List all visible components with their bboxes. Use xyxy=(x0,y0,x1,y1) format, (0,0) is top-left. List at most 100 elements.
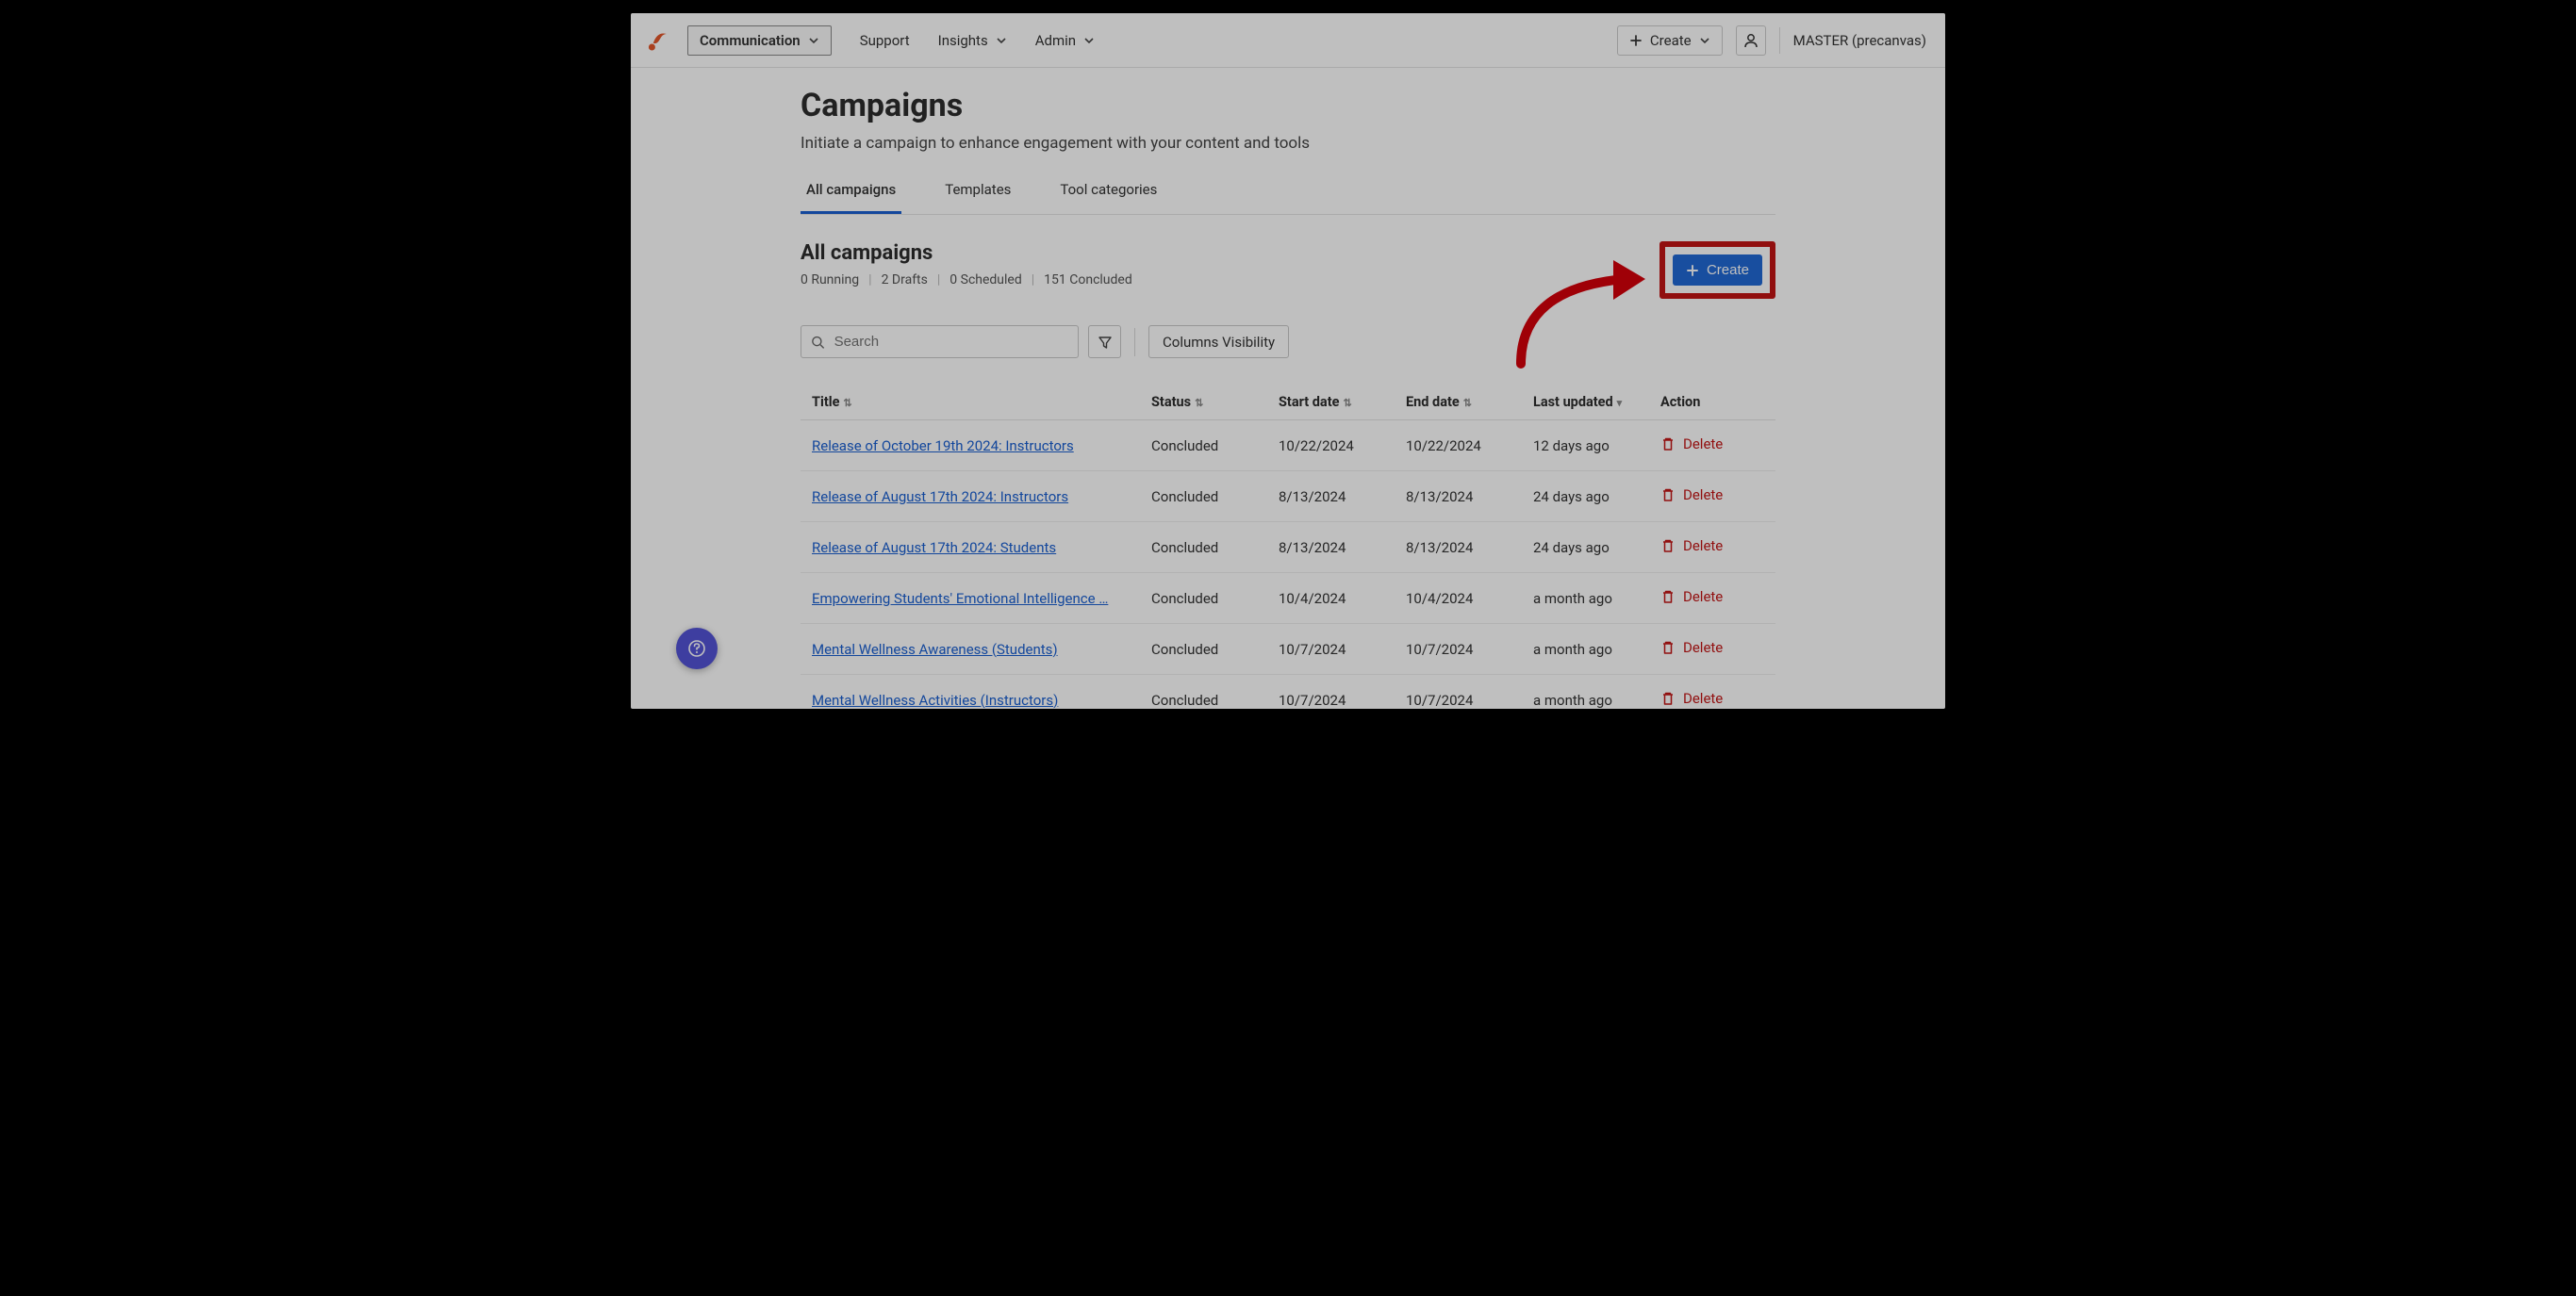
cell-updated: 24 days ago xyxy=(1522,471,1649,522)
cell-end: 10/7/2024 xyxy=(1395,624,1522,675)
col-start[interactable]: Start date⇅ xyxy=(1267,385,1395,420)
page-subtitle: Initiate a campaign to enhance engagemen… xyxy=(801,134,1775,153)
cell-status: Concluded xyxy=(1140,522,1267,573)
sort-icon: ⇅ xyxy=(1195,397,1203,409)
cell-end: 8/13/2024 xyxy=(1395,522,1522,573)
cell-updated: 24 days ago xyxy=(1522,522,1649,573)
plus-icon xyxy=(1629,34,1643,47)
sort-icon: ⇅ xyxy=(843,397,851,409)
campaign-title-link[interactable]: Mental Wellness Awareness (Students) xyxy=(812,641,1058,658)
table-header-row: Title⇅ Status⇅ Start date⇅ End date⇅ Las… xyxy=(801,385,1775,420)
cell-start: 10/7/2024 xyxy=(1267,624,1395,675)
delete-button[interactable]: Delete xyxy=(1660,690,1723,707)
create-button[interactable]: Create xyxy=(1673,254,1762,286)
nav-communication-label: Communication xyxy=(700,32,801,49)
separator: | xyxy=(1032,272,1034,287)
nav-admin-dropdown[interactable]: Admin xyxy=(1035,32,1095,49)
cell-updated: 12 days ago xyxy=(1522,420,1649,471)
toolbar: Columns Visibility xyxy=(801,325,1775,358)
sort-icon: ▾ xyxy=(1617,397,1623,409)
nav-admin-label: Admin xyxy=(1035,32,1076,49)
tab-templates[interactable]: Templates xyxy=(939,181,1016,214)
campaign-title-link[interactable]: Release of August 17th 2024: Instructors xyxy=(812,488,1068,505)
content: Campaigns Initiate a campaign to enhance… xyxy=(631,68,1945,709)
cell-end: 10/22/2024 xyxy=(1395,420,1522,471)
delete-label: Delete xyxy=(1683,588,1723,605)
sort-icon: ⇅ xyxy=(1343,397,1351,409)
nav-support-label: Support xyxy=(860,32,910,49)
divider xyxy=(1134,328,1135,356)
columns-visibility-label: Columns Visibility xyxy=(1163,334,1275,351)
filter-button[interactable] xyxy=(1088,325,1121,358)
cell-start: 10/4/2024 xyxy=(1267,573,1395,624)
tab-all-campaigns[interactable]: All campaigns xyxy=(801,181,901,214)
cell-start: 10/7/2024 xyxy=(1267,675,1395,710)
delete-button[interactable]: Delete xyxy=(1660,537,1723,554)
create-button-label: Create xyxy=(1707,262,1749,278)
col-end[interactable]: End date⇅ xyxy=(1395,385,1522,420)
trash-icon xyxy=(1660,589,1676,604)
create-button-highlight: Create xyxy=(1660,241,1775,299)
separator: | xyxy=(868,272,871,287)
delete-button[interactable]: Delete xyxy=(1660,588,1723,605)
top-create-label: Create xyxy=(1650,32,1692,49)
content-inner: Campaigns Initiate a campaign to enhance… xyxy=(801,87,1775,709)
columns-visibility-button[interactable]: Columns Visibility xyxy=(1148,325,1289,358)
stat-concluded: 151 Concluded xyxy=(1044,272,1132,287)
section-title: All campaigns xyxy=(801,241,1660,265)
campaign-title-link[interactable]: Empowering Students' Emotional Intellige… xyxy=(812,590,1108,607)
chevron-down-icon xyxy=(996,35,1007,46)
cell-start: 8/13/2024 xyxy=(1267,471,1395,522)
campaign-title-link[interactable]: Release of August 17th 2024: Students xyxy=(812,539,1056,556)
col-status[interactable]: Status⇅ xyxy=(1140,385,1267,420)
divider xyxy=(1779,27,1780,54)
delete-button[interactable]: Delete xyxy=(1660,435,1723,452)
org-label: MASTER (precanvas) xyxy=(1793,32,1926,49)
section-header: All campaigns 0 Running | 2 Drafts | 0 S… xyxy=(801,241,1775,299)
user-profile-button[interactable] xyxy=(1736,25,1766,56)
delete-button[interactable]: Delete xyxy=(1660,486,1723,503)
stat-drafts: 2 Drafts xyxy=(882,272,928,287)
table-row: Release of August 17th 2024: Students Co… xyxy=(801,522,1775,573)
campaign-title-link[interactable]: Release of October 19th 2024: Instructor… xyxy=(812,437,1074,454)
stats-line: 0 Running | 2 Drafts | 0 Scheduled | 151… xyxy=(801,272,1660,287)
top-create-dropdown[interactable]: Create xyxy=(1617,25,1723,56)
page-title: Campaigns xyxy=(801,87,1775,124)
cell-start: 10/22/2024 xyxy=(1267,420,1395,471)
cell-status: Concluded xyxy=(1140,420,1267,471)
delete-label: Delete xyxy=(1683,639,1723,656)
nav-support[interactable]: Support xyxy=(860,32,910,49)
separator: | xyxy=(937,272,940,287)
plus-icon xyxy=(1686,264,1699,277)
cell-status: Concluded xyxy=(1140,573,1267,624)
app-frame: Communication Support Insights Admin Cre… xyxy=(631,13,1945,709)
table-row: Release of August 17th 2024: Instructors… xyxy=(801,471,1775,522)
cell-end: 10/4/2024 xyxy=(1395,573,1522,624)
cell-updated: a month ago xyxy=(1522,624,1649,675)
col-title[interactable]: Title⇅ xyxy=(801,385,1140,420)
help-fab[interactable] xyxy=(676,628,718,669)
trash-icon xyxy=(1660,538,1676,553)
col-updated[interactable]: Last updated▾ xyxy=(1522,385,1649,420)
cell-end: 8/13/2024 xyxy=(1395,471,1522,522)
delete-button[interactable]: Delete xyxy=(1660,639,1723,656)
delete-label: Delete xyxy=(1683,690,1723,707)
table-row: Release of October 19th 2024: Instructor… xyxy=(801,420,1775,471)
cell-updated: a month ago xyxy=(1522,573,1649,624)
search-input[interactable] xyxy=(834,334,1068,350)
logo-icon xyxy=(644,27,670,54)
delete-label: Delete xyxy=(1683,486,1723,503)
cell-start: 8/13/2024 xyxy=(1267,522,1395,573)
col-action: Action xyxy=(1649,385,1775,420)
search-box[interactable] xyxy=(801,325,1079,358)
trash-icon xyxy=(1660,640,1676,655)
tab-tool-categories[interactable]: Tool categories xyxy=(1054,181,1163,214)
delete-label: Delete xyxy=(1683,435,1723,452)
stat-scheduled: 0 Scheduled xyxy=(949,272,1021,287)
campaign-title-link[interactable]: Mental Wellness Activities (Instructors) xyxy=(812,692,1058,709)
nav-insights-dropdown[interactable]: Insights xyxy=(938,32,1007,49)
cell-status: Concluded xyxy=(1140,675,1267,710)
section-header-left: All campaigns 0 Running | 2 Drafts | 0 S… xyxy=(801,241,1660,287)
table-row: Empowering Students' Emotional Intellige… xyxy=(801,573,1775,624)
nav-communication-dropdown[interactable]: Communication xyxy=(687,25,832,56)
